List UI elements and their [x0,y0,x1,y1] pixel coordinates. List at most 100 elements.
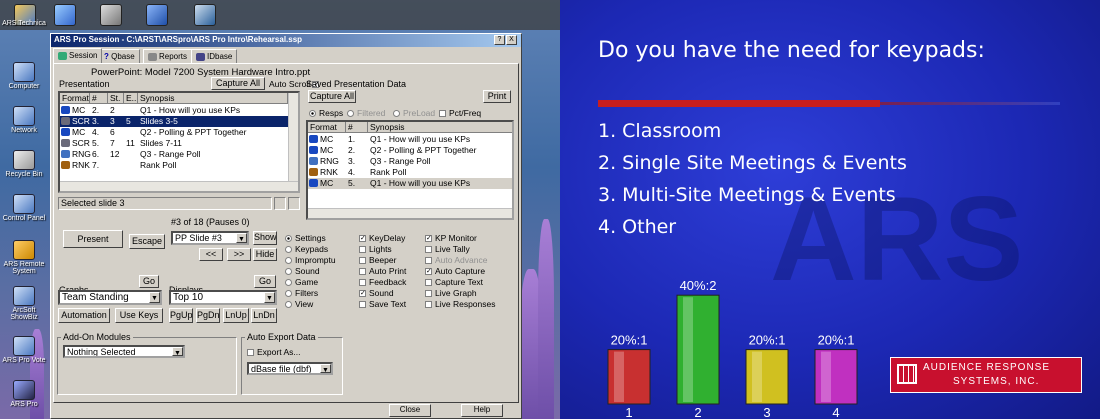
data-label: 20%:1 [611,333,648,348]
page-down-button[interactable]: PgDn [196,308,220,323]
checks-checkbox[interactable]: ✓ Sound [359,288,394,298]
show-button[interactable]: Show [253,231,277,245]
tab-reports[interactable]: Reports [143,49,193,63]
format-icon [309,179,318,187]
graphs-go-button[interactable]: Go [139,275,159,288]
saved-data-list[interactable]: Format # Synopsis MC 1. Q1 - How will you … [306,120,514,220]
table-row[interactable]: RNK 7. Rank Poll [60,160,298,171]
data-label: 20%:1 [749,333,786,348]
table-row[interactable]: MC 2. 2 Q1 - How will you use KPs [60,105,298,116]
app-icon[interactable] [100,4,122,26]
checks2-checkbox[interactable]: Live Tally [425,244,470,254]
bar-highlight [614,351,624,402]
option-radio-filters[interactable]: Filters [285,288,318,298]
table-row[interactable]: MC 5. Q1 - How will you use KPs [308,178,512,189]
displays-go-button[interactable]: Go [254,275,276,288]
ars-pro-vote-icon[interactable]: ARS Pro Vote [2,336,46,364]
help-title-button[interactable]: ? [494,35,505,45]
tab-idbase[interactable]: IDbase [191,49,238,63]
table-row[interactable]: SCR 3. 3 5 Slides 3-5 [60,116,298,127]
checks-checkbox[interactable]: Save Text [359,299,406,309]
file-title: PowerPoint: Model 7200 System Hardware I… [91,67,311,78]
table-row[interactable]: MC 1. Q1 - How will you use KPs [308,134,512,145]
option-radio-keypads[interactable]: Keypads [285,244,328,254]
checks-checkbox[interactable]: Lights [359,244,392,254]
checks2-checkbox[interactable]: ✓ KP Monitor [425,233,477,243]
option-radio-settings[interactable]: Settings [285,233,326,243]
page-up-button[interactable]: PgUp [169,308,193,323]
format-icon [309,157,318,165]
hide-button[interactable]: Hide [253,248,277,261]
checks2-checkbox[interactable]: Live Responses [425,299,495,309]
table-row[interactable]: SCR 5. 7 11 Slides 7-11 [60,138,298,149]
escape-button[interactable]: Escape [129,234,165,249]
control-panel-icon[interactable]: Control Panel [2,194,46,222]
checks-checkbox[interactable]: Feedback [359,277,406,287]
ars-remote-icon[interactable]: ARS Remote System [2,240,46,275]
present-button[interactable]: Present [63,230,123,248]
network-icon[interactable]: Network [2,106,46,134]
app-icon[interactable] [54,4,76,26]
data-label: 20%:1 [818,333,855,348]
table-row[interactable]: RNG 3. Q3 - Range Poll [308,156,512,167]
capture-all-button[interactable]: Capture All [211,77,265,90]
bar-highlight [821,351,831,402]
format-icon [309,146,318,154]
close-title-button[interactable]: X [506,35,517,45]
add-on-select[interactable]: Nothing Selected ▼ [63,345,185,358]
horizontal-scrollbar[interactable] [60,181,298,191]
tab-qbase[interactable]: ? Qbase [99,49,140,63]
checks-checkbox[interactable]: Beeper [359,255,396,265]
checks-checkbox[interactable]: ✓ KeyDelay [359,233,405,243]
scrollbar[interactable] [288,93,298,191]
previous-button[interactable]: << [199,248,223,261]
resps-radio[interactable]: Resps [309,108,343,118]
export-format-select[interactable]: dBase file (dbf) ▼ [247,362,333,375]
checks2-checkbox[interactable]: Auto Advance [425,255,487,265]
format-icon [61,139,70,147]
checks2-checkbox[interactable]: ✓ Auto Capture [425,266,485,276]
pct-freq-checkbox[interactable]: Pct/Freq [439,108,481,118]
saved-capture-all-button[interactable]: Capture All [308,90,356,103]
preload-radio[interactable]: PreLoad [393,108,435,118]
option-radio-sound[interactable]: Sound [285,266,320,276]
desktop-icon[interactable]: ARS Technica [2,20,46,27]
word-icon[interactable] [146,4,168,26]
option-radio-impromptu[interactable]: Impromptu [285,255,336,265]
table-row[interactable]: MC 2. Q2 - Polling & PPT Together [308,145,512,156]
computer-icon[interactable]: Computer [2,62,46,90]
ars-pro-icon[interactable]: ARS Pro [2,380,46,408]
horizontal-scrollbar[interactable] [308,208,512,218]
format-icon [309,168,318,176]
table-row[interactable]: RNG 6. 12 Q3 - Range Poll [60,149,298,160]
option-radio-view[interactable]: View [285,299,313,309]
checks2-checkbox[interactable]: Capture Text [425,277,483,287]
checks2-checkbox[interactable]: Live Graph [425,288,477,298]
app-icon[interactable] [194,4,216,26]
line-down-button[interactable]: LnDn [251,308,277,323]
tab-session[interactable]: Session [53,48,103,63]
close-button[interactable]: Close [389,404,431,417]
help-button[interactable]: Help [461,404,503,417]
automation-button[interactable]: Automation [58,308,110,323]
table-row[interactable]: RNK 4. Rank Poll [308,167,512,178]
filtered-radio[interactable]: Filtered [347,108,385,118]
next-button[interactable]: >> [227,248,251,261]
use-keys-button[interactable]: Use Keys [115,308,163,323]
slide-select[interactable]: PP Slide #3 ▼ [171,231,249,245]
x-tick-label: 4 [832,405,839,419]
option-radio-game[interactable]: Game [285,277,318,287]
showbiz-icon[interactable]: ArcSoft ShowBiz [2,286,46,321]
graphs-select[interactable]: Team Standing ▼ [58,290,162,305]
recycle-bin-icon[interactable]: Recycle Bin [2,150,46,178]
presentation-list[interactable]: Format # St. E.. Synopsis MC 2. 2 Q1 - How … [58,91,300,193]
displays-select[interactable]: Top 10 ▼ [169,290,277,305]
logo-text-line1: AUDIENCE RESPONSE [923,362,1051,373]
line-up-button[interactable]: LnUp [223,308,249,323]
export-as-checkbox[interactable]: Export As... [247,347,300,357]
reports-icon [148,52,157,61]
checks-checkbox[interactable]: Auto Print [359,266,406,276]
print-button[interactable]: Print [483,90,511,103]
x-tick-label: 3 [763,405,770,419]
table-row[interactable]: MC 4. 6 Q2 - Polling & PPT Together [60,127,298,138]
